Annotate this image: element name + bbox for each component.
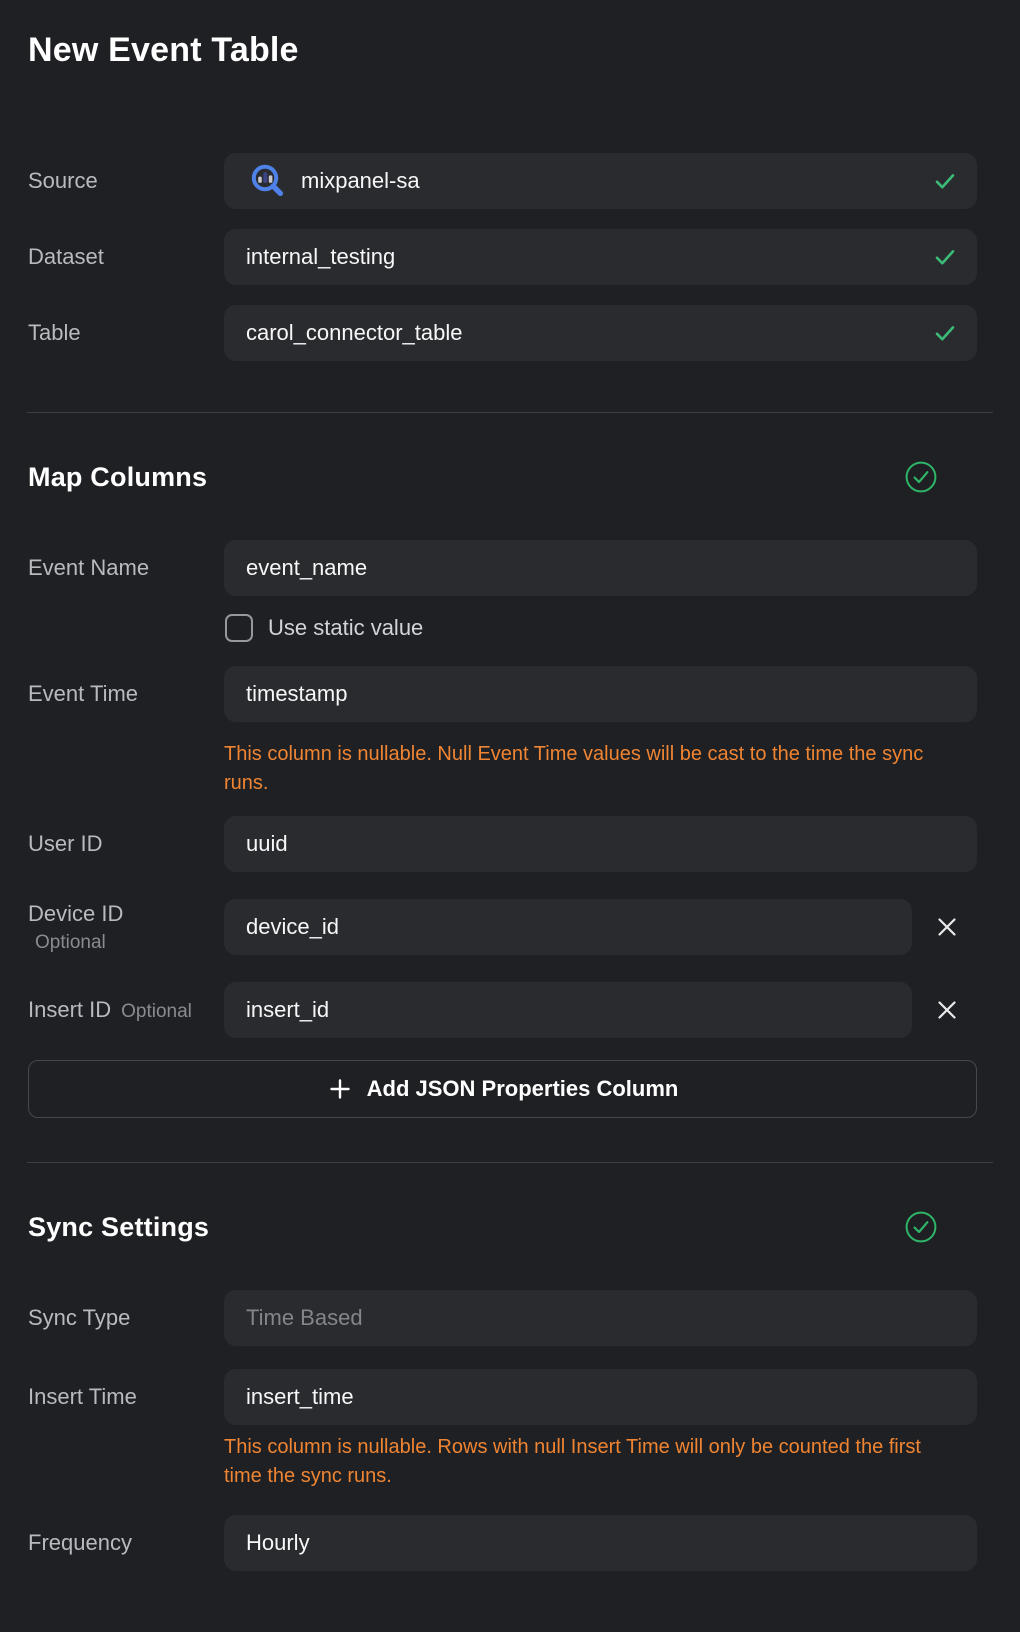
insert-time-label: Insert Time (28, 1369, 137, 1425)
new-event-table-panel: New Event Table Source mixpanel-sa Datas… (0, 0, 1020, 1632)
source-label: Source (28, 153, 98, 209)
insert-time-field[interactable]: insert_time (224, 1369, 977, 1425)
frequency-field[interactable]: Hourly (224, 1515, 977, 1571)
page-title: New Event Table (28, 28, 299, 72)
insert-id-field[interactable]: insert_id (224, 982, 912, 1038)
use-static-value-checkbox[interactable] (225, 614, 253, 642)
insert-id-value: insert_id (246, 997, 329, 1023)
frequency-label: Frequency (28, 1515, 132, 1571)
section-heading-sync-settings: Sync Settings (28, 1209, 209, 1245)
event-time-field[interactable]: timestamp (224, 666, 977, 722)
event-time-label: Event Time (28, 666, 138, 722)
dataset-field[interactable]: internal_testing (224, 229, 977, 285)
close-icon (934, 914, 960, 940)
insert-time-warning: This column is nullable. Rows with null … (224, 1433, 964, 1491)
insert-time-value: insert_time (246, 1384, 354, 1410)
table-value: carol_connector_table (246, 320, 462, 346)
user-id-field[interactable]: uuid (224, 816, 977, 872)
event-name-field[interactable]: event_name (224, 540, 977, 596)
source-field[interactable]: mixpanel-sa (224, 153, 977, 209)
plus-icon (327, 1076, 353, 1102)
event-time-warning: This column is nullable. Null Event Time… (224, 740, 964, 798)
user-id-value: uuid (246, 831, 288, 857)
device-id-optional-tag: Optional (28, 929, 123, 957)
insert-id-label: Insert IDOptional (28, 982, 192, 1040)
device-id-value: device_id (246, 914, 339, 940)
circle-check-icon (905, 461, 937, 493)
check-icon (933, 169, 957, 193)
circle-check-icon (905, 1211, 937, 1243)
source-value: mixpanel-sa (301, 168, 420, 194)
dataset-value: internal_testing (246, 244, 395, 270)
event-name-value: event_name (246, 555, 367, 581)
table-label: Table (28, 305, 81, 361)
use-static-value-label: Use static value (268, 614, 423, 642)
section-heading-map-columns: Map Columns (28, 459, 207, 495)
event-name-label: Event Name (28, 540, 149, 596)
check-icon (933, 245, 957, 269)
sync-type-field: Time Based (224, 1290, 977, 1346)
close-icon (934, 997, 960, 1023)
device-id-field[interactable]: device_id (224, 899, 912, 955)
check-icon (933, 321, 957, 345)
user-id-label: User ID (28, 816, 103, 872)
remove-device-id-button[interactable] (932, 912, 962, 942)
device-id-label: Device ID Optional (28, 899, 123, 957)
frequency-value: Hourly (246, 1530, 310, 1556)
insert-id-optional-tag: Optional (121, 1001, 192, 1022)
event-time-value: timestamp (246, 681, 347, 707)
dataset-label: Dataset (28, 229, 104, 285)
sync-type-label: Sync Type (28, 1290, 130, 1346)
table-field[interactable]: carol_connector_table (224, 305, 977, 361)
chart-search-icon (246, 160, 288, 202)
add-json-properties-button[interactable]: Add JSON Properties Column (28, 1060, 977, 1118)
sync-type-value: Time Based (246, 1305, 363, 1331)
section-divider (27, 1162, 993, 1163)
section-divider (27, 412, 993, 413)
remove-insert-id-button[interactable] (932, 995, 962, 1025)
